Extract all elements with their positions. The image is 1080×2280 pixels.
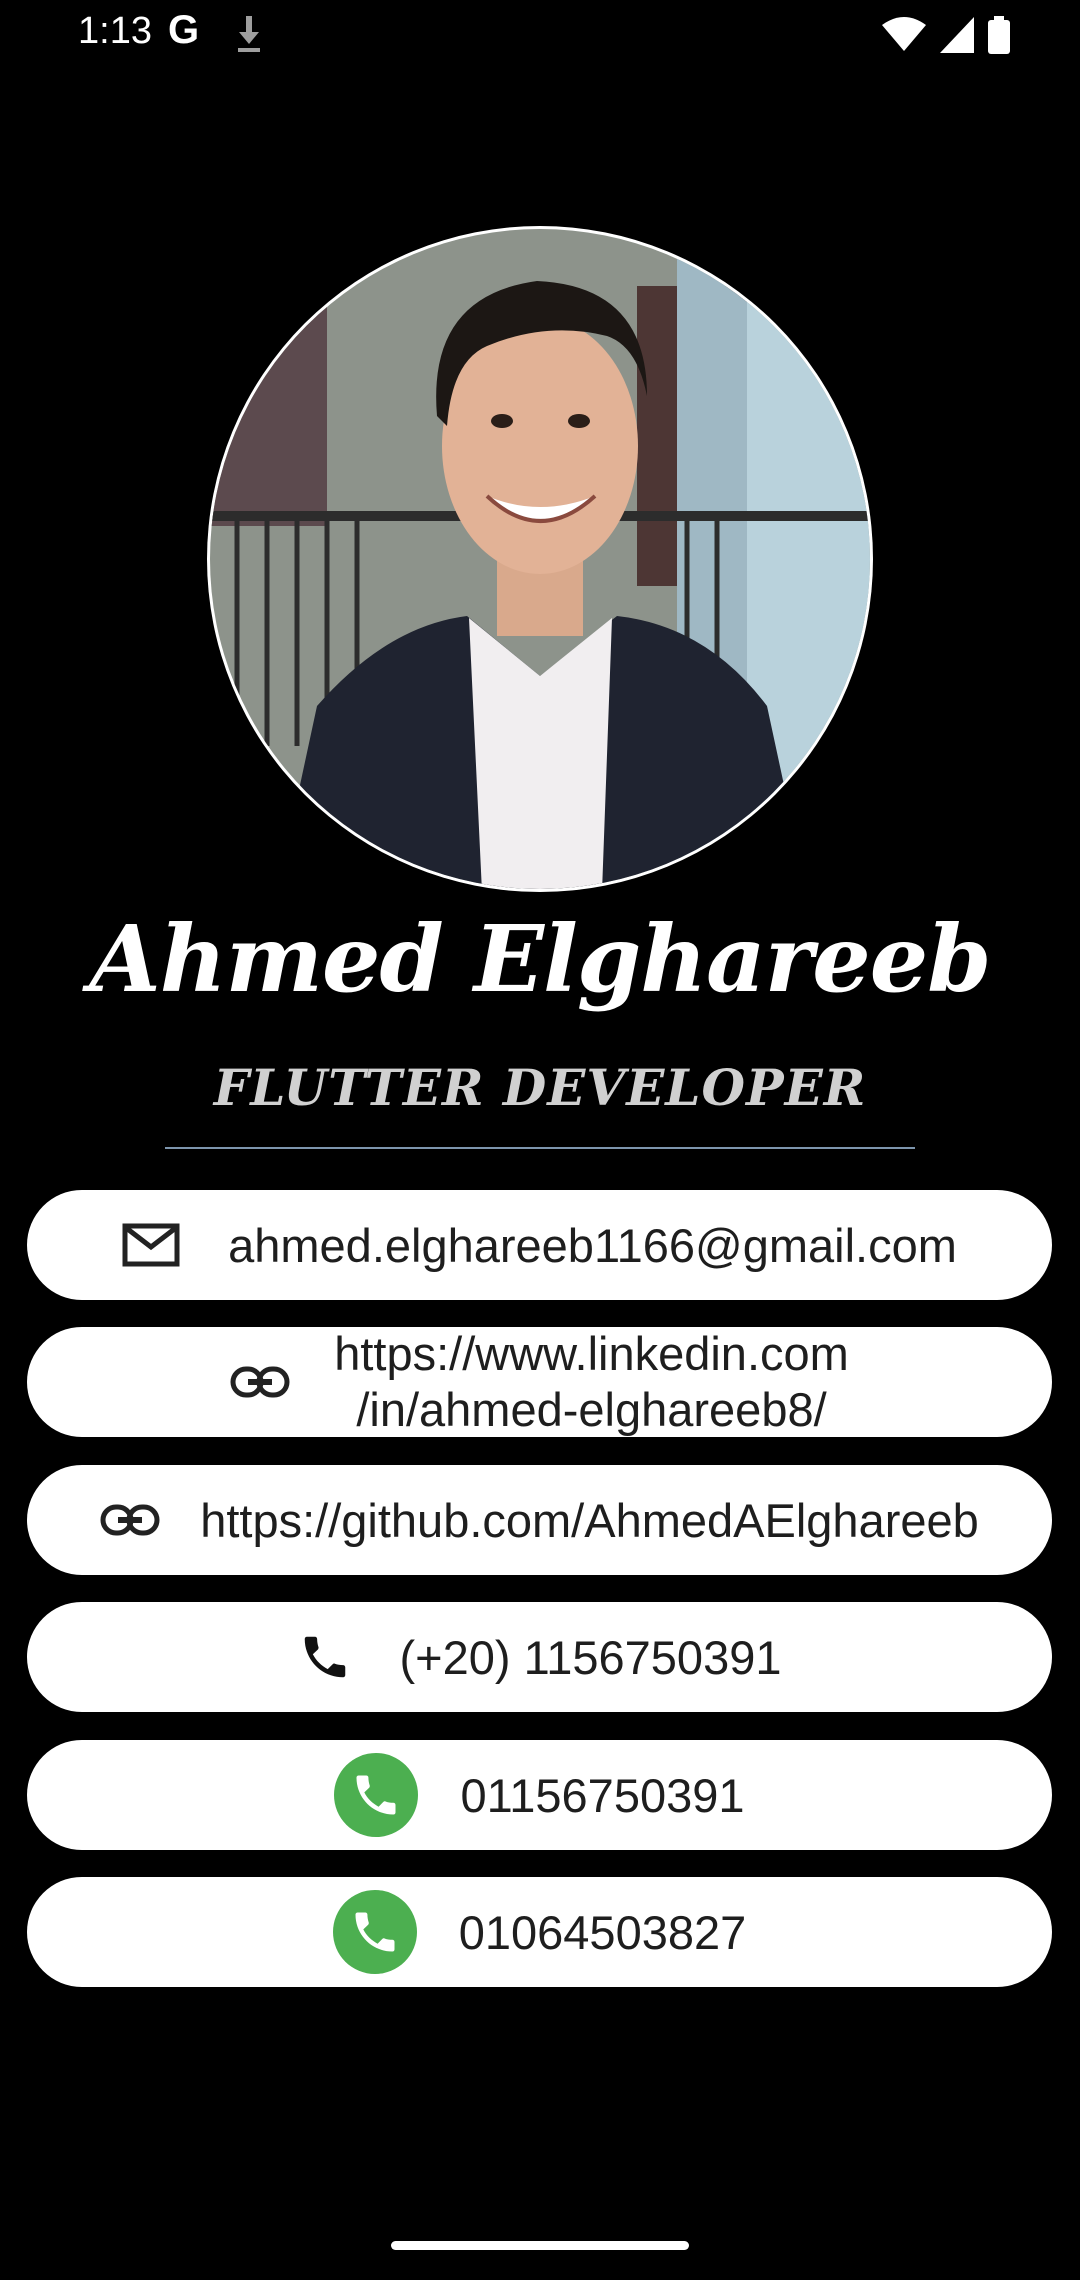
link-icon — [230, 1366, 290, 1398]
profile-avatar — [207, 226, 873, 892]
linkedin-line-2: /in/ahmed-elghareeb8/ — [356, 1383, 827, 1436]
link-icon — [100, 1504, 160, 1536]
github-card[interactable]: https://github.com/AhmedAElghareeb — [27, 1465, 1052, 1575]
profile-name: Ahmed Elghareeb — [89, 905, 991, 1013]
whatsapp-card-1[interactable]: 01156750391 — [27, 1740, 1052, 1850]
linkedin-line-1: https://www.linkedin.com — [334, 1327, 849, 1380]
wifi-icon — [882, 17, 926, 51]
home-indicator[interactable] — [391, 2241, 689, 2250]
mail-icon — [122, 1223, 180, 1267]
whatsapp-icon — [332, 1890, 417, 1974]
phone-text: (+20) 1156750391 — [399, 1630, 782, 1684]
whatsapp-icon — [334, 1753, 419, 1837]
whatsapp-text-2: 01064503827 — [458, 1905, 747, 1959]
whatsapp-card-2[interactable]: 01064503827 — [27, 1877, 1052, 1987]
github-text: https://github.com/AhmedAElghareeb — [200, 1493, 979, 1547]
linkedin-text: https://www.linkedin.com /in/ahmed-elgha… — [334, 1326, 849, 1438]
status-bar: 1:13 G — [0, 0, 1080, 70]
profile-role: FLUTTER DEVELOPER — [213, 1058, 867, 1117]
status-time: 1:13 — [78, 10, 152, 52]
signal-icon — [940, 17, 974, 53]
whatsapp-text-1: 01156750391 — [460, 1768, 745, 1822]
email-text: ahmed.elghareeb1166@gmail.com — [228, 1218, 957, 1272]
phone-icon — [298, 1630, 352, 1684]
linkedin-card[interactable]: https://www.linkedin.com /in/ahmed-elgha… — [27, 1327, 1052, 1437]
download-icon — [238, 16, 260, 52]
email-card[interactable]: ahmed.elghareeb1166@gmail.com — [27, 1190, 1052, 1300]
divider — [165, 1147, 915, 1149]
status-icons — [882, 16, 1010, 54]
google-icon: G — [168, 8, 200, 52]
battery-icon — [988, 16, 1010, 54]
phone-card[interactable]: (+20) 1156750391 — [27, 1602, 1052, 1712]
